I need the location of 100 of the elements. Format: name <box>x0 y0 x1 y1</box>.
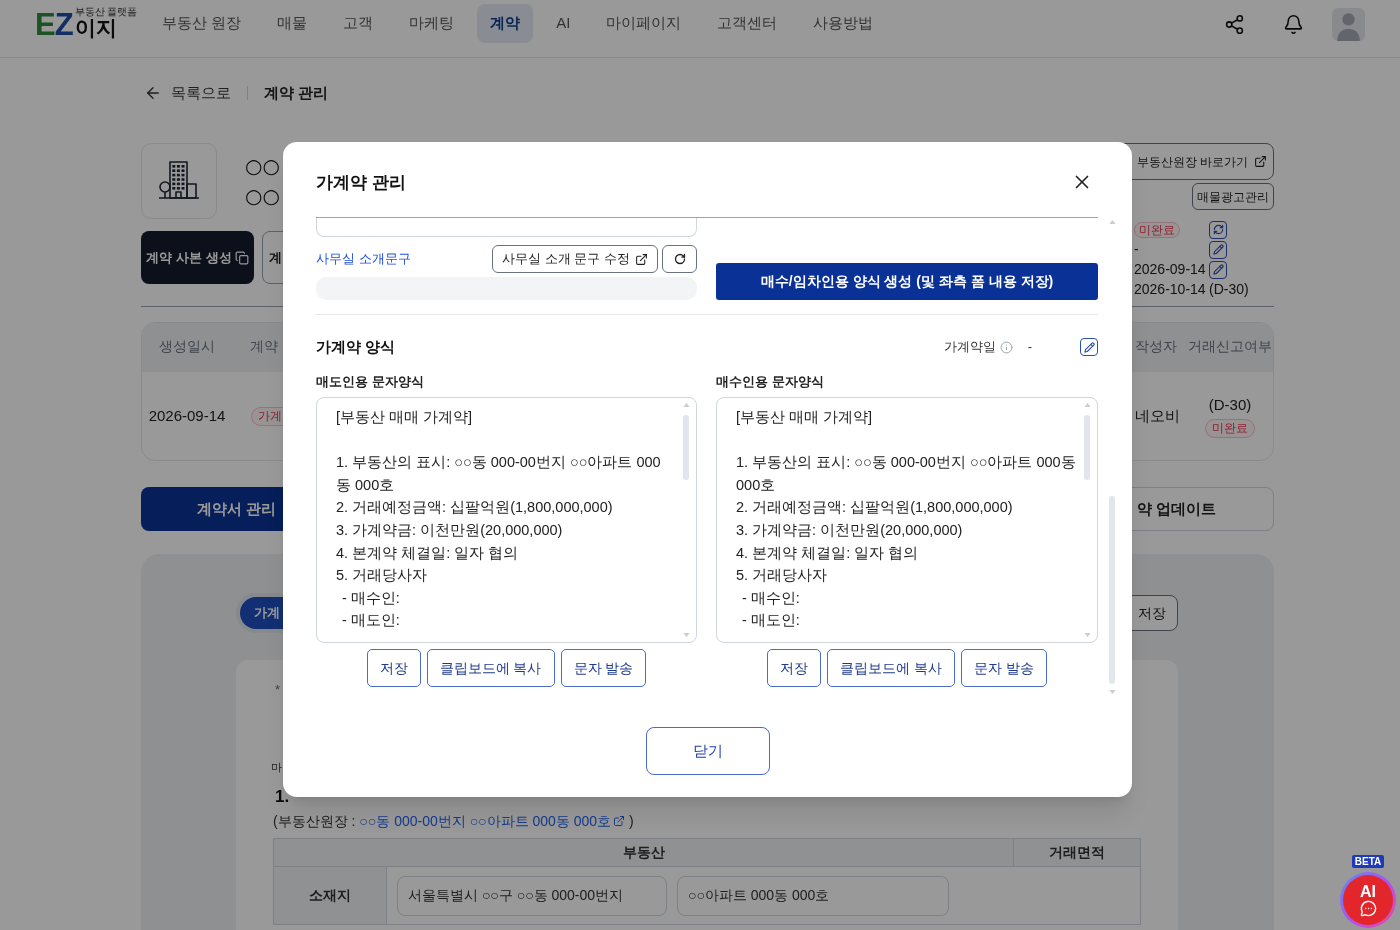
note-mark: * <box>275 681 281 699</box>
nav-link[interactable]: AI <box>543 4 584 43</box>
message-line: - 매도인: <box>742 611 801 631</box>
logo-mark: EZ <box>35 8 73 40</box>
message-line: 5. 거래당사자 <box>736 566 829 586</box>
copy-icon <box>234 250 249 265</box>
scroll-up-icon[interactable] <box>682 403 690 407</box>
edit-button[interactable] <box>1209 260 1227 279</box>
reload-button[interactable] <box>662 245 697 273</box>
nav-link[interactable]: 계약 <box>477 4 534 43</box>
scroll-down-icon[interactable] <box>1083 633 1091 637</box>
edit-button[interactable] <box>1080 338 1098 356</box>
text-field[interactable] <box>316 217 697 237</box>
message-line: 4. 본계약 체결일: 일자 협의 <box>336 543 520 563</box>
refresh-button[interactable] <box>1209 220 1227 239</box>
info-icon <box>999 340 1013 354</box>
close-dialog-button[interactable]: 닫기 <box>645 727 770 775</box>
copy-to-clipboard-button[interactable]: 클립보드에 복사 <box>827 649 955 687</box>
message-line: 4. 본계약 체결일: 일자 협의 <box>736 543 920 563</box>
ai-assistant-button[interactable]: AI <box>1340 872 1396 928</box>
ledger-link[interactable]: ○○동 000-00번지 ○○아파트 000동 000호 <box>359 813 626 829</box>
column-header: 작성자 <box>1134 338 1178 357</box>
message-line: 3. 가계약금: 이천만원(20,000,000) <box>736 520 964 540</box>
save-button[interactable]: 저장 <box>366 649 421 687</box>
edit-office-intro-button[interactable]: 사무실 소개 문구 수정 <box>492 245 658 273</box>
message-line: - 매수인: <box>342 588 401 608</box>
info-value: 2026-09-14 <box>1134 260 1206 279</box>
property-title: ○○ <box>245 153 280 180</box>
copy-to-clipboard-button[interactable]: 클립보드에 복사 <box>426 649 555 687</box>
logo-tagline: 부동산 플랫폼 <box>74 5 138 17</box>
pencil-icon <box>1083 341 1095 353</box>
column-header: 거래면적 <box>1049 843 1105 862</box>
share-icon[interactable] <box>1224 13 1245 35</box>
d-day-text: (D-30) <box>1209 280 1249 299</box>
status-badge: 미완료 <box>1134 221 1180 238</box>
edit-button[interactable] <box>1209 240 1227 259</box>
logo-wordmark: 이지 <box>74 16 117 39</box>
message-line: - 매수인: <box>742 588 801 608</box>
info-value: - <box>1134 240 1139 259</box>
create-contract-copy-button[interactable]: 계약 사본 생성 <box>141 231 254 284</box>
section-title: 1. <box>275 786 290 806</box>
message-template-field[interactable]: [부동산 매매 가계약] 1. 부동산의 표시: ○○동 000-00번지 ○○아파트 000동 000호 2. 거래예정금액: 십팔억원(1,800,000,000) 3. 가계약금: 이천만원(20,000,000) 4. 본계약 체결일: 일자 협의 5. 거래당사자 - 매수인: - 매도인: <box>316 397 697 643</box>
avatar-icon[interactable] <box>1332 7 1365 41</box>
column-header: 계약 <box>250 338 278 357</box>
table-cell-text: (D-30) <box>1208 395 1252 416</box>
message-line: 1. 부동산의 표시: ○○동 000-00번지 ○○아파트 000동 000호 <box>336 453 662 495</box>
nav-link[interactable]: 마이페이지 <box>593 4 695 43</box>
message-line: 2. 거래예정금액: 십팔억원(1,800,000,000) <box>736 498 1014 518</box>
message-heading: [부동산 매매 가계약] <box>736 408 874 427</box>
scroll-down-icon[interactable] <box>1108 690 1116 694</box>
message-line: 5. 거래당사자 <box>336 566 429 586</box>
column-header: 거래신고여부 <box>1187 338 1273 357</box>
form-subheading: 마 <box>271 760 282 774</box>
nav-link[interactable]: 부동산 원장 <box>149 4 255 43</box>
info-value: 2026-10-14 <box>1134 280 1206 299</box>
listing-ad-button[interactable]: 매물광고관리 <box>1192 183 1274 210</box>
nav-link[interactable]: 마케팅 <box>396 4 468 43</box>
nav-link[interactable]: 고객센터 <box>704 4 791 43</box>
nav-link[interactable]: 고객 <box>330 4 387 43</box>
column-header: 부동산 <box>622 843 665 862</box>
pencil-icon <box>1212 264 1224 275</box>
pencil-icon <box>1212 244 1224 255</box>
table-cell-text: 2026-09-14 <box>147 405 227 426</box>
scroll-up-icon[interactable] <box>1083 403 1091 407</box>
scroll-up-icon[interactable] <box>1108 220 1116 224</box>
template-label: 매수인용 문자양식 <box>716 373 825 391</box>
column-header: 생성일시 <box>158 338 216 357</box>
scroll-down-icon[interactable] <box>682 633 690 637</box>
reload-icon <box>673 253 686 265</box>
address-field[interactable]: ○○아파트 000동 000호 <box>677 875 949 916</box>
section-heading: 가계약 양식 <box>316 336 396 357</box>
message-heading: [부동산 매매 가계약] <box>336 408 474 427</box>
notification-bell-icon[interactable] <box>1283 13 1304 35</box>
template-label: 매도인용 문자양식 <box>316 373 425 391</box>
message-line: 3. 가계약금: 이천만원(20,000,000) <box>336 520 564 540</box>
ledger-reference: (부동산원장 : ○○동 000-00번지 ○○아파트 000동 000호 ) <box>273 812 634 831</box>
message-line: 1. 부동산의 표시: ○○동 000-00번지 ○○아파트 000동 000호 <box>736 453 1076 495</box>
address-field[interactable]: 서울특별시 ○○구 ○○동 000-00번지 <box>397 875 667 916</box>
nav-link[interactable]: 매물 <box>264 4 321 43</box>
scrollbar[interactable] <box>1108 217 1116 697</box>
contract-date-label: 가계약일 <box>943 338 996 357</box>
external-link-icon <box>1254 155 1268 168</box>
refresh-icon <box>1212 224 1224 235</box>
property-title: ○○ <box>245 183 280 210</box>
back-link[interactable]: 목록으로 <box>144 81 231 105</box>
send-message-button[interactable]: 문자 발송 <box>961 649 1047 687</box>
generate-form-button[interactable]: 매수/임차인용 양식 생성 (및 좌측 폼 내용 저장) <box>716 263 1098 300</box>
send-message-button[interactable]: 문자 발송 <box>560 649 647 687</box>
external-link-icon <box>635 252 648 266</box>
save-button[interactable]: 저장 <box>767 649 822 687</box>
beta-badge: BETA <box>1351 855 1385 868</box>
office-intro-link[interactable]: 사무실 소개문구 <box>316 249 411 269</box>
message-template-field[interactable]: [부동산 매매 가계약] 1. 부동산의 표시: ○○동 000-00번지 ○○아파트 000동 000호 2. 거래예정금액: 십팔억원(1,800,000,000) 3. 가계약금: 이천만원(20,000,000) 4. 본계약 체결일: 일자 협의 5. 거래당사자 - 매수인: - 매도인: <box>716 397 1098 643</box>
row-header: 소재지 <box>309 886 351 905</box>
table-cell-text: 네오비 <box>1134 405 1181 426</box>
external-link-icon <box>613 815 626 827</box>
message-line: - 매도인: <box>342 611 401 631</box>
building-icon <box>141 143 217 219</box>
nav-link[interactable]: 사용방법 <box>800 4 887 43</box>
dialog-title: 가계약 관리 <box>316 172 406 194</box>
